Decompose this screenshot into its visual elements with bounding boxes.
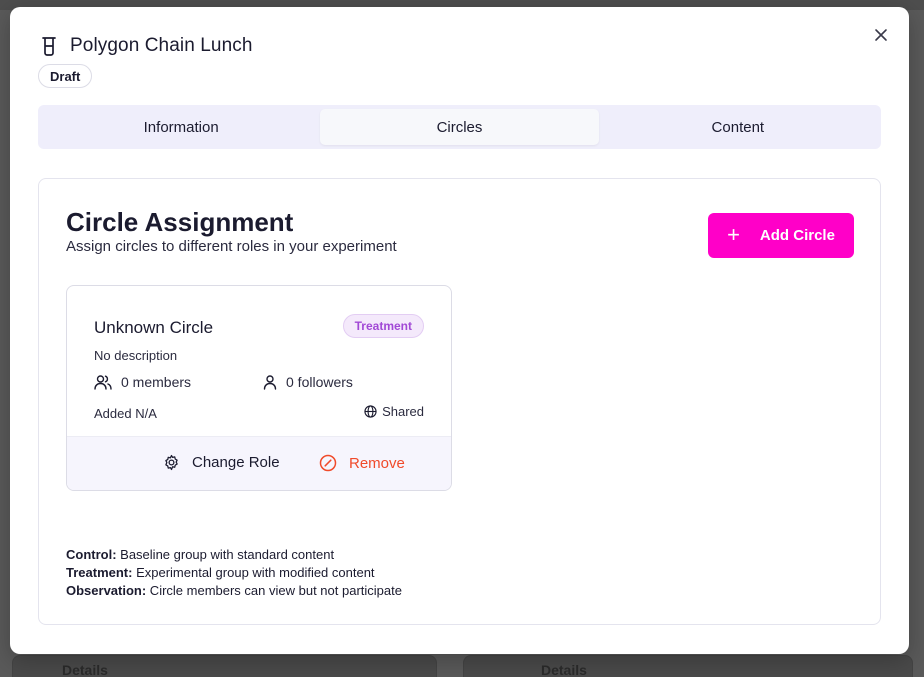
tab-circles[interactable]: Circles (320, 109, 599, 145)
change-role-label: Change Role (192, 454, 280, 471)
plus-icon: + (727, 221, 740, 247)
add-circle-button[interactable]: + Add Circle (708, 213, 854, 258)
users-icon (94, 375, 112, 390)
section-title: Circle Assignment (66, 207, 294, 237)
visibility-indicator: Shared (364, 404, 424, 419)
remove-button[interactable]: Remove (319, 454, 405, 472)
legend-item: Observation: Circle members can view but… (66, 583, 402, 598)
change-role-button[interactable]: Change Role (163, 454, 280, 471)
add-circle-label: Add Circle (759, 227, 835, 244)
close-icon (875, 29, 887, 41)
members-stat: 0 members (94, 374, 191, 390)
circle-description: No description (94, 348, 178, 363)
tab-bar: Information Circles Content (38, 105, 881, 149)
added-date: Added N/A (94, 406, 157, 421)
role-badge: Treatment (342, 314, 424, 338)
user-icon (263, 375, 277, 390)
circle-card: Unknown Circle Treatment No description … (66, 285, 452, 491)
modal-header: Polygon Chain Lunch (38, 35, 253, 57)
remove-label: Remove (349, 454, 405, 472)
legend-item: Control: Baseline group with standard co… (66, 547, 335, 562)
role-legend: Control: Baseline group with standard co… (66, 546, 402, 600)
experiment-modal: Polygon Chain Lunch Draft Information Ci… (10, 7, 909, 654)
section-subtitle: Assign circles to different roles in you… (66, 238, 397, 255)
followers-stat: 0 followers (263, 374, 353, 390)
circle-assignment-panel: Circle Assignment Assign circles to diff… (38, 178, 881, 625)
background-details-label: Details (541, 662, 587, 677)
status-badge: Draft (38, 64, 93, 88)
close-button[interactable] (871, 25, 891, 45)
ban-icon (319, 454, 337, 472)
legend-item: Treatment: Experimental group with modif… (66, 565, 375, 580)
circle-name: Unknown Circle (94, 318, 214, 337)
tab-content[interactable]: Content (599, 109, 877, 145)
modal-title: Polygon Chain Lunch (70, 35, 253, 56)
visibility-label: Shared (382, 404, 424, 419)
card-actions: Change Role Remove (67, 436, 451, 490)
members-count: 0 members (121, 374, 192, 390)
gear-icon (165, 454, 178, 471)
followers-count: 0 followers (286, 374, 353, 390)
globe-icon (364, 405, 377, 418)
background-card-right (463, 655, 913, 677)
background-details-label: Details (62, 662, 108, 677)
tab-information[interactable]: Information (42, 109, 320, 145)
beaker-icon (38, 35, 60, 57)
